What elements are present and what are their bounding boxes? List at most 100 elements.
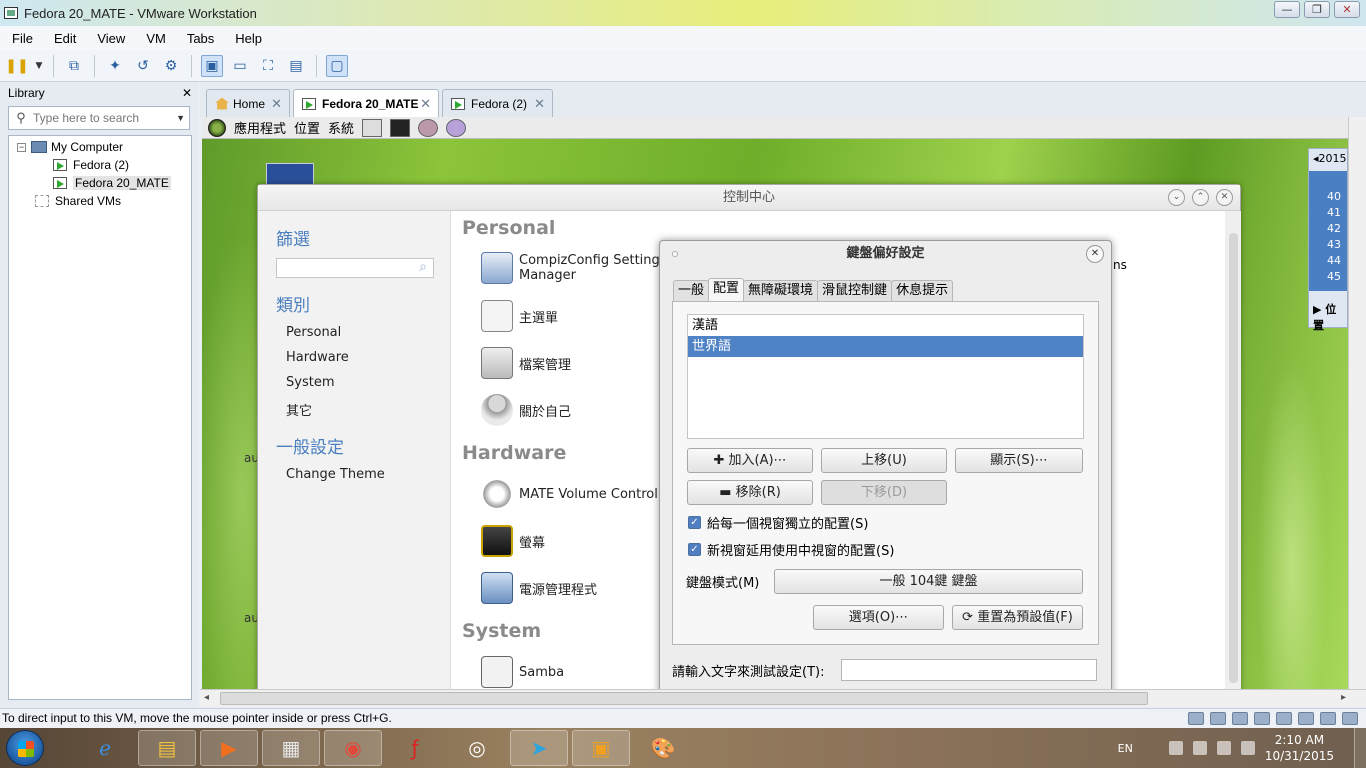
move-down-button[interactable]: 下移(D) [821,480,947,505]
new-window-layout-checkbox[interactable]: ✓ 新視窗延用使用中視窗的配置(S) [688,540,894,559]
dropdown-arrow-icon[interactable]: ▼ [34,55,44,77]
test-input-field[interactable] [841,659,1097,681]
file-manager-launcher-icon[interactable] [362,118,383,137]
move-up-button[interactable]: 上移(U) [821,448,947,473]
filter-input[interactable] [276,258,434,278]
power-icon[interactable] [1240,741,1255,755]
category-hardware[interactable]: Hardware [286,350,349,365]
tab-fedora-2[interactable]: Fedora (2) ✕ [442,89,553,117]
show-desktop-button[interactable] [1354,728,1366,768]
restore-button[interactable]: ❐ [1304,1,1330,18]
flash-icon[interactable]: ƒ [386,730,444,766]
change-theme-link[interactable]: Change Theme [286,467,385,482]
presentation-icon[interactable]: ▦ [262,730,320,766]
library-search-input[interactable]: ⚲ Type here to search ▼ [8,106,190,130]
tab-close-icon[interactable]: ✕ [271,96,282,112]
minimize-icon[interactable]: ⌄ [1168,189,1185,206]
panel-menu-applications[interactable]: 應用程式 [234,118,286,137]
tree-item-fedora-2[interactable]: Fedora (2) [9,156,191,174]
language-indicator[interactable]: EN [1118,742,1133,755]
revert-snapshot-icon[interactable]: ↺ [132,55,154,77]
cd-drive-icon[interactable] [1210,712,1226,725]
ie-icon[interactable]: ℯ [76,730,134,766]
tab-close-icon[interactable]: ✕ [534,96,545,112]
pause-icon[interactable]: ❚❚ [5,55,28,77]
add-layout-button[interactable]: ✚ 加入(A)⋯ [687,448,813,473]
menu-help[interactable]: Help [223,31,271,46]
clock[interactable]: 2:10 AM 10/31/2015 [1265,732,1334,764]
scroll-left-icon[interactable]: ◂ [204,692,209,703]
item-monitor[interactable]: 螢幕 [481,525,545,557]
paint-icon[interactable]: 🎨 [634,730,692,766]
chrome-icon[interactable]: ◉ [324,730,382,766]
scrollbar-thumb[interactable] [1229,233,1238,683]
tab-mouse-keys[interactable]: 滑鼠控制鍵 [817,280,893,301]
item-samba[interactable]: Samba [481,656,564,688]
layouts-list[interactable]: 漢語 世界語 [687,314,1084,439]
tree-item-my-computer[interactable]: − My Computer [9,138,191,156]
tab-typing-break[interactable]: 休息提示 [891,280,954,301]
full-screen-icon[interactable]: ⛶ [257,55,279,77]
library-close-icon[interactable]: ✕ [182,86,192,100]
display-icon[interactable] [1320,712,1336,725]
minimize-button[interactable]: — [1274,1,1300,18]
calendar-year[interactable]: ◂2015 [1309,149,1347,169]
separate-layout-checkbox[interactable]: ✓ 給每一個視窗獨立的配置(S) [688,513,868,532]
unity-icon[interactable]: ▤ [285,55,307,77]
menu-tabs[interactable]: Tabs [175,31,223,46]
keyboard-model-button[interactable]: 一般 104鍵 鍵盤 [774,569,1083,594]
normal-view-icon[interactable]: ▣ [201,54,223,77]
maximize-icon[interactable]: ⌃ [1192,189,1209,206]
menu-vm[interactable]: VM [134,31,175,46]
checkbox-checked-icon[interactable]: ✓ [688,543,701,556]
network-status-icon[interactable] [1192,741,1207,755]
vm-console[interactable]: 應用程式 位置 系統 ◂2015 40 41 42 43 44 45 ▶ 位置 … [202,117,1348,689]
tree-item-shared-vms[interactable]: Shared VMs [9,192,191,210]
quick-switch-icon[interactable]: ▭ [229,55,251,77]
item-about-me[interactable]: 關於自己 [481,394,571,426]
layout-item-chinese[interactable]: 漢語 [688,315,1083,336]
item-volume-control[interactable]: MATE Volume Control [481,478,658,510]
console-vertical-scrollbar[interactable] [1348,117,1366,689]
collapse-icon[interactable]: − [17,142,26,152]
category-personal[interactable]: Personal [286,325,341,340]
item-compizconfig[interactable]: CompizConfig Setting Manager [481,252,661,284]
tab-fedora-20-mate[interactable]: Fedora 20_MATE ✕ [293,89,439,117]
message-log-icon[interactable] [1342,712,1358,725]
sound-card-icon[interactable] [1298,712,1314,725]
layout-item-esperanto[interactable]: 世界語 [688,336,1083,357]
snapshot-icon[interactable]: ✦ [104,55,126,77]
scroll-right-icon[interactable]: ▸ [1341,692,1346,703]
printer-icon[interactable] [1254,712,1270,725]
avatar-launcher-icon[interactable] [418,118,439,137]
item-main-menu[interactable]: 主選單 [481,300,558,332]
tab-close-icon[interactable]: ✕ [420,96,431,112]
menu-file[interactable]: File [0,31,42,46]
sync-icon[interactable]: ◎ [448,730,506,766]
start-button[interactable] [6,730,44,766]
reset-defaults-button[interactable]: ⟳ 重置為預設值(F) [952,605,1083,630]
checkbox-checked-icon[interactable]: ✓ [688,516,701,529]
console-horizontal-scrollbar[interactable]: ◂ ▸ [200,689,1366,707]
snapshot-manager-icon[interactable]: ⚙ [160,55,182,77]
tab-home[interactable]: Home ✕ [206,89,290,117]
pidgin-launcher-icon[interactable] [446,118,467,137]
show-layout-button[interactable]: 顯示(S)⋯ [955,448,1083,473]
panel-menu-places[interactable]: 位置 [294,118,320,137]
hard-disk-icon[interactable] [1188,712,1204,725]
terminal-launcher-icon[interactable] [390,118,411,137]
media-player-icon[interactable]: ▶ [200,730,258,766]
close-icon[interactable]: ✕ [1086,245,1104,263]
network-icon[interactable]: ⧉ [63,55,85,77]
tab-layouts[interactable]: 配置 [708,278,745,301]
network-adapter-icon[interactable] [1232,712,1248,725]
console-view-icon[interactable]: ▢ [326,54,348,77]
tab-general[interactable]: 一般 [673,280,710,301]
item-power-manager[interactable]: 電源管理程式 [481,572,597,604]
scrollbar-thumb[interactable] [220,692,1148,705]
tab-accessibility[interactable]: 無障礙環境 [743,280,819,301]
control-center-scrollbar[interactable] [1225,211,1241,689]
close-icon[interactable]: ✕ [1216,189,1233,206]
category-other[interactable]: 其它 [286,400,312,419]
volume-icon[interactable] [1216,741,1231,755]
